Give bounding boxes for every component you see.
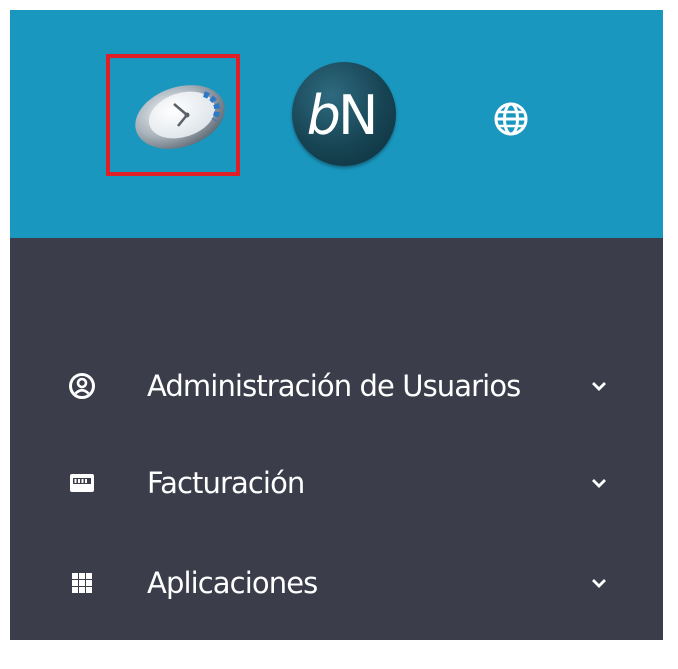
bn-logo[interactable]: bN bbox=[292, 62, 396, 166]
svg-text:bN: bN bbox=[307, 84, 376, 147]
chevron-down-icon[interactable] bbox=[590, 475, 608, 489]
apps-grid-icon bbox=[66, 567, 98, 599]
menu-item-label: Aplicaciones bbox=[147, 566, 318, 600]
menu-item-administracion-usuarios[interactable]: Administración de Usuarios bbox=[10, 356, 663, 416]
menu-item-facturacion[interactable]: Facturación bbox=[10, 453, 663, 513]
menu-item-aplicaciones[interactable]: Aplicaciones bbox=[10, 553, 663, 613]
bn-logo-mark: bN bbox=[307, 84, 379, 147]
clock-icon bbox=[135, 85, 225, 149]
sidebar-header: bN bbox=[10, 10, 663, 238]
clock-logo[interactable] bbox=[132, 80, 228, 150]
menu-item-label: Facturación bbox=[147, 466, 305, 500]
chevron-down-icon[interactable] bbox=[590, 378, 608, 392]
menu-item-label: Administración de Usuarios bbox=[147, 369, 521, 403]
globe-icon[interactable] bbox=[493, 101, 529, 137]
user-circle-icon bbox=[66, 370, 98, 402]
sidebar-panel: bN Administración de Usuarios Facturació… bbox=[10, 10, 663, 640]
invoice-icon bbox=[66, 467, 98, 499]
chevron-down-icon[interactable] bbox=[590, 575, 608, 589]
